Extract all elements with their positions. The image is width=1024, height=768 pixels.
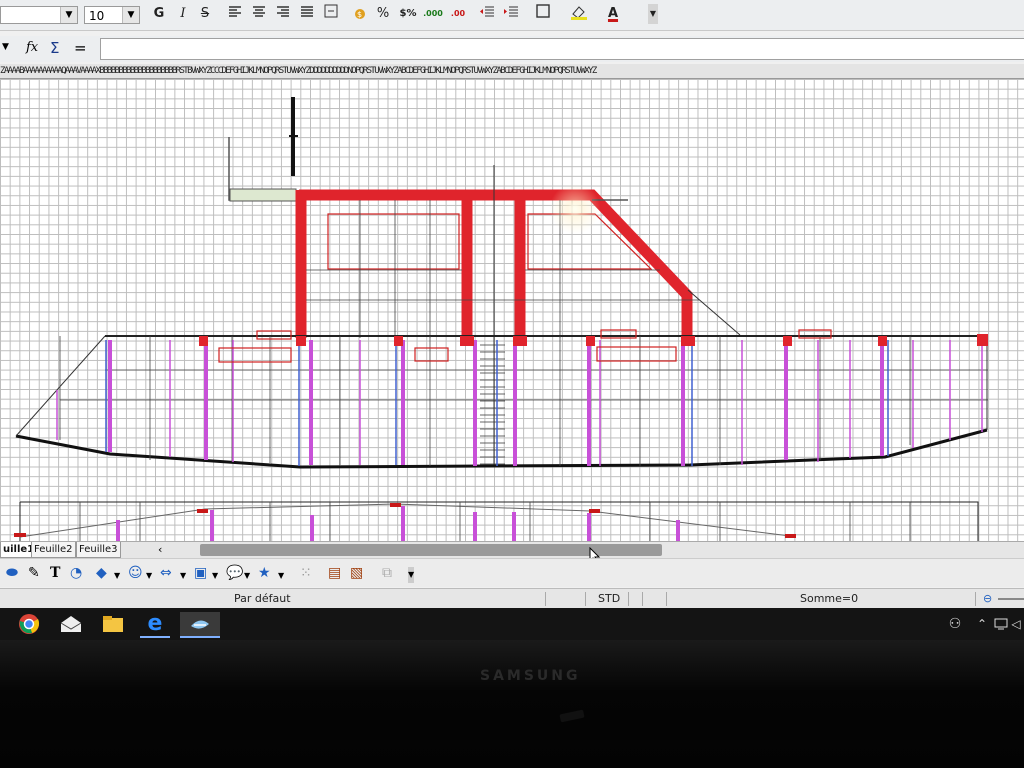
- sheet-tab-bar: uille1 Feuille2 Feuille3 ‹: [0, 541, 1024, 565]
- window-aft: [327, 213, 460, 270]
- boat-drawing: [14, 97, 988, 541]
- selection-mode-label[interactable]: STD: [598, 589, 620, 609]
- hull-studs-blue: [105, 340, 889, 466]
- zoom-slider[interactable]: [998, 598, 1024, 600]
- tab-feuille3[interactable]: Feuille3: [76, 542, 121, 558]
- justify-icon[interactable]: [298, 4, 316, 24]
- svg-text:$: $: [357, 10, 362, 19]
- status-separator: [666, 592, 667, 606]
- bold-button[interactable]: G: [150, 4, 168, 24]
- status-separator: [545, 592, 546, 606]
- people-icon[interactable]: ⚇: [940, 612, 970, 636]
- increase-indent-icon[interactable]: [502, 4, 520, 24]
- page-style-label: Par défaut: [234, 592, 291, 605]
- background-color-icon[interactable]: [568, 4, 590, 24]
- status-bar: Par défaut STD Somme=0 ⊖: [0, 588, 1024, 609]
- pen-tool-icon[interactable]: ✎: [28, 565, 40, 581]
- chevron-down-icon[interactable]: ▼: [122, 7, 139, 23]
- status-separator: [975, 592, 976, 606]
- libreoffice-icon[interactable]: [180, 612, 220, 638]
- formula-bar: ▼ fx Σ =: [0, 36, 1024, 62]
- taskbar: e ⚇ ⌃ ◁: [0, 608, 1024, 640]
- stars-icon[interactable]: ★: [258, 565, 271, 581]
- align-center-icon[interactable]: [250, 4, 268, 24]
- name-box-dropdown-icon[interactable]: ▼: [2, 42, 9, 52]
- bow-diagonal: [687, 289, 741, 336]
- font-size-combo[interactable]: 10 ▼: [84, 6, 140, 24]
- status-separator: [585, 592, 586, 606]
- chrome-icon[interactable]: [14, 612, 44, 636]
- callouts-icon[interactable]: 💬: [226, 565, 243, 581]
- italic-button[interactable]: I: [174, 4, 192, 24]
- hull-bottom: [15, 428, 988, 469]
- decrease-indent-icon[interactable]: [478, 4, 496, 24]
- formula-input[interactable]: [100, 38, 1024, 60]
- chevron-down-icon[interactable]: ▼: [114, 568, 120, 584]
- align-right-icon[interactable]: [274, 4, 292, 24]
- currency-format-icon[interactable]: $: [352, 4, 370, 24]
- insert-image-icon[interactable]: ▧: [350, 565, 363, 581]
- chevron-up-icon[interactable]: ⌃: [972, 612, 992, 636]
- zoom-out-icon[interactable]: ⊖: [983, 589, 992, 609]
- chevron-down-icon[interactable]: ▼: [146, 568, 152, 584]
- ladder: [480, 344, 505, 465]
- drawing-toolbar: ⬬ ✎ T ◔ ◆ ▼ ☺ ▼ ⇔ ▼ ▣ ▼ 💬 ▼ ★ ▼ ⁙ ▤ ▧ ⧉ …: [0, 558, 1024, 587]
- toolbar-overflow-icon[interactable]: ▼: [648, 4, 658, 24]
- tab-feuille2[interactable]: Feuille2: [31, 542, 76, 558]
- cabin-roof-frame: [299, 189, 693, 340]
- hull-grid: [59, 336, 988, 466]
- deck-strip: [229, 188, 297, 202]
- merge-cells-icon[interactable]: [322, 4, 340, 24]
- borders-icon[interactable]: [534, 4, 552, 24]
- remove-decimal-button[interactable]: .00: [448, 4, 468, 24]
- mail-icon[interactable]: [56, 612, 86, 636]
- screen: ▼ 10 ▼ G I S $ % $% .000 .00 A ▼ ▼ fx Σ …: [0, 0, 1024, 640]
- chevron-down-icon[interactable]: ▼: [180, 568, 186, 584]
- extrusion-icon[interactable]: ⧉: [382, 565, 392, 581]
- volume-icon[interactable]: ◁: [1008, 612, 1024, 636]
- scroll-left-icon[interactable]: ‹: [158, 542, 162, 557]
- ellipse-tool-icon[interactable]: ⬬: [6, 565, 18, 581]
- status-separator: [642, 592, 643, 606]
- fontwork-icon[interactable]: ▤: [328, 565, 341, 581]
- chevron-down-icon[interactable]: ▼: [60, 7, 77, 23]
- callout-tool-icon[interactable]: ◔: [70, 565, 82, 581]
- strikethrough-button[interactable]: S: [196, 4, 214, 24]
- toolbar-overflow-icon[interactable]: ▼: [408, 567, 415, 583]
- font-name-combo[interactable]: ▼: [0, 6, 78, 24]
- font-size-value: 10: [89, 9, 105, 23]
- add-decimal-button[interactable]: .000: [422, 4, 444, 24]
- monitor-bezel: [0, 640, 1024, 768]
- symbol-shapes-icon[interactable]: ☺: [128, 565, 143, 581]
- bezel-glint: [559, 709, 585, 723]
- text-tool-icon[interactable]: T: [50, 565, 60, 581]
- column-headers[interactable]: ZAAAABAAAAAAAAAAQAAAVAAAAXBBBBBBBBBBBBBB…: [0, 64, 1024, 79]
- chevron-down-icon[interactable]: ▼: [278, 568, 284, 584]
- chevron-down-icon[interactable]: ▼: [212, 568, 218, 584]
- chevron-down-icon[interactable]: ▼: [244, 568, 250, 584]
- align-left-icon[interactable]: [226, 4, 244, 24]
- file-explorer-icon[interactable]: [98, 612, 128, 636]
- points-icon[interactable]: ⁙: [300, 565, 312, 581]
- edge-icon[interactable]: e: [140, 612, 170, 638]
- spreadsheet-grid[interactable]: [0, 79, 1024, 541]
- number-format-button[interactable]: $%: [398, 4, 418, 24]
- hull-stern: [15, 335, 106, 437]
- flowchart-icon[interactable]: ▣: [194, 565, 207, 581]
- formula-button[interactable]: =: [74, 39, 87, 57]
- monitor-brand-logo: SAMSUNG: [480, 668, 581, 684]
- function-wizard-button[interactable]: fx: [26, 40, 38, 55]
- status-separator: [628, 592, 629, 606]
- basic-shapes-icon[interactable]: ◆: [96, 565, 107, 581]
- formatting-toolbar: ▼ 10 ▼ G I S $ % $% .000 .00 A ▼: [0, 0, 1024, 31]
- sum-button[interactable]: Σ: [50, 39, 59, 57]
- percent-format-button[interactable]: %: [374, 4, 392, 24]
- sum-label: Somme=0: [800, 592, 859, 605]
- hull-studs-thin: [56, 340, 983, 466]
- font-color-button[interactable]: A: [604, 4, 622, 24]
- block-arrows-icon[interactable]: ⇔: [160, 565, 172, 581]
